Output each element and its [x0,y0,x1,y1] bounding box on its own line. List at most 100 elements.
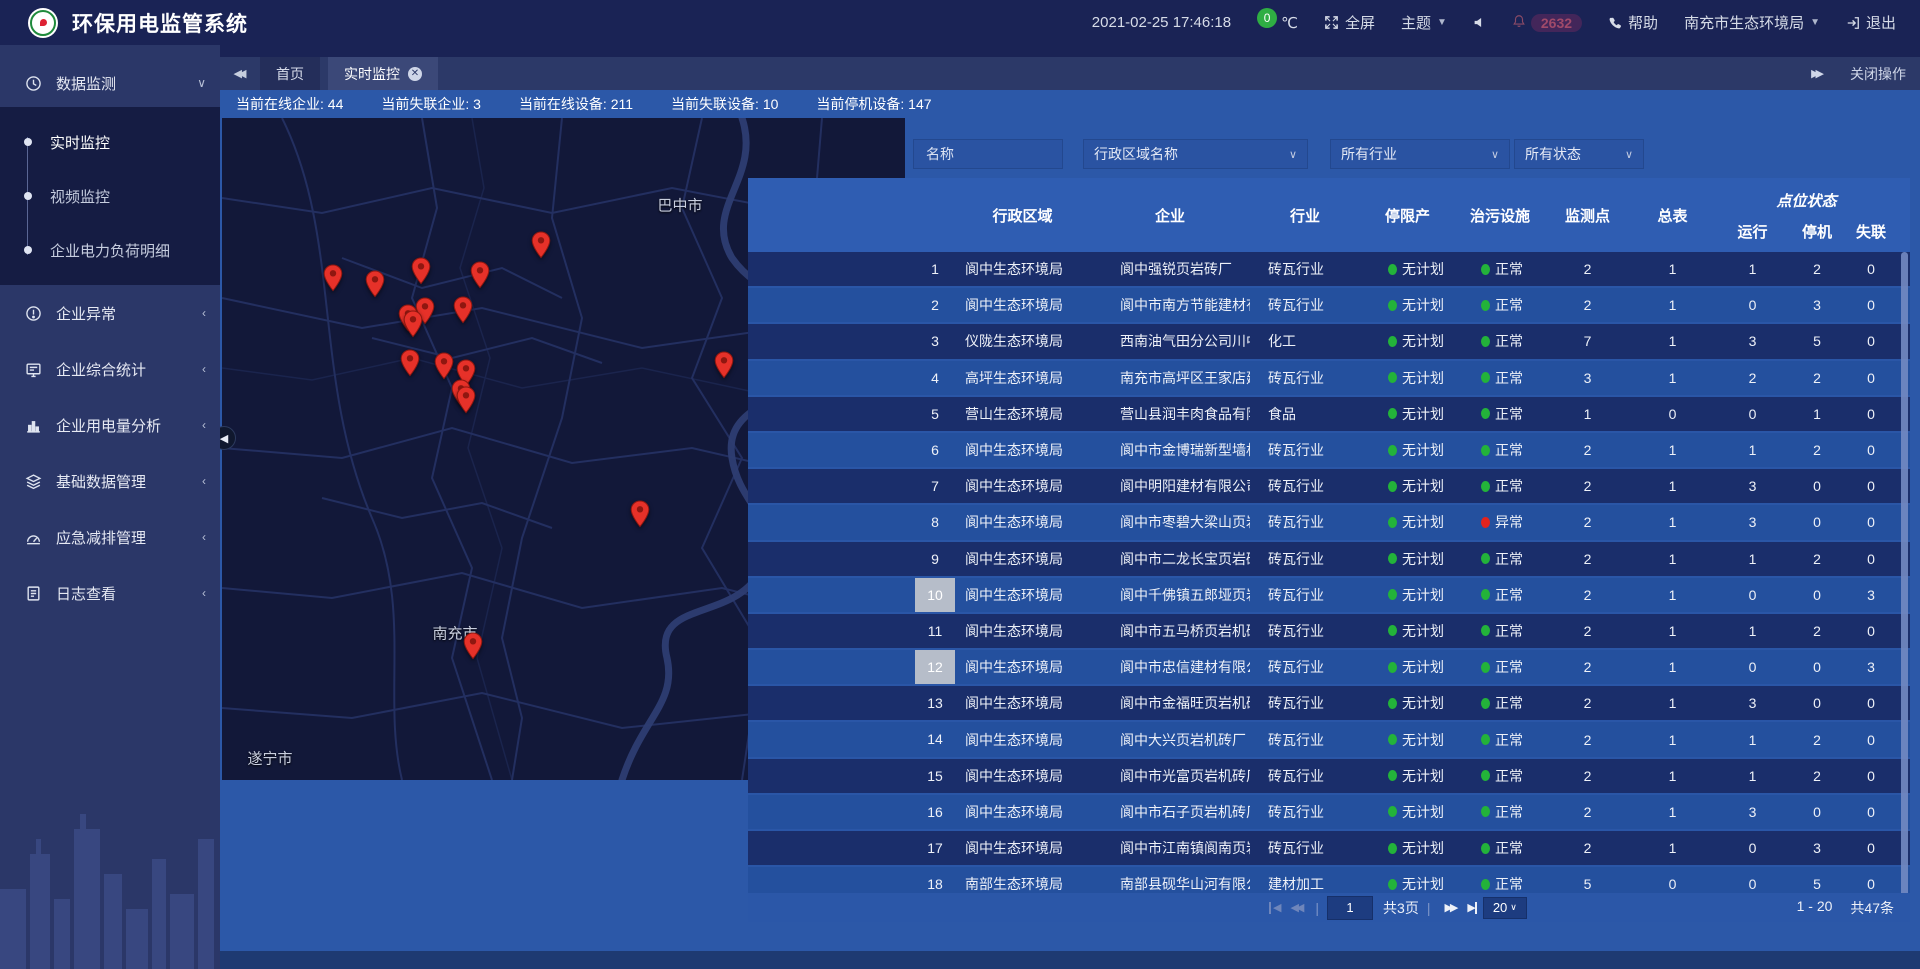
row-run-count: 3 [1715,695,1790,711]
row-run-count: 2 [1715,370,1790,386]
table-row[interactable]: 15 阆中生态环境局 阆中市光富页岩机砖厂 砖瓦行业 无计划 正常 2 1 1 … [748,759,1910,795]
mute-button[interactable] [1473,16,1486,29]
row-monitor-count: 2 [1545,442,1630,458]
row-lost-count: 0 [1844,768,1898,784]
org-menu[interactable]: 南充市生态环境局▼ [1684,12,1820,33]
sidebar-item-power-analysis[interactable]: 企业用电量分析‹ [0,397,220,453]
map-pin-icon[interactable] [630,500,650,528]
map-pin-icon[interactable] [434,352,454,380]
notifications-button[interactable]: 2632 [1512,14,1582,32]
status-dot-icon [1481,445,1490,456]
name-search-input[interactable] [924,145,1052,163]
app-title: 环保用电监管系统 [72,8,248,38]
table-row[interactable]: 7 阆中生态环境局 阆中明阳建材有限公司 砖瓦行业 无计划 正常 2 1 3 0… [748,469,1910,505]
status-dot-icon [1388,408,1397,419]
table-row[interactable]: 1 阆中生态环境局 阆中强锐页岩砖厂 砖瓦行业 无计划 正常 2 1 1 2 0 [748,252,1910,288]
sidebar-item-base-data[interactable]: 基础数据管理‹ [0,453,220,509]
row-industry: 砖瓦行业 [1250,512,1360,532]
fullscreen-icon [1324,15,1339,30]
row-industry: 砖瓦行业 [1250,440,1360,460]
page-size-select[interactable]: 20∨ [1483,897,1527,919]
tab-home[interactable]: 首页 [260,57,320,90]
row-run-count: 1 [1715,551,1790,567]
tabs-scroll-left-button[interactable]: ◀◀ [220,57,260,90]
speaker-icon [1473,16,1486,29]
sidebar-subitem[interactable]: 视频监控 [0,169,220,223]
row-region: 南部生态环境局 [955,874,1090,894]
row-industry: 砖瓦行业 [1250,693,1360,713]
theme-button[interactable]: 主题▼ [1401,12,1447,33]
sidebar-item-data-monitor[interactable]: 数据监测∨ [0,59,220,107]
sidebar: 数据监测∨ 实时监控视频监控企业电力负荷明细企业异常‹企业综合统计‹企业用电量分析… [0,45,220,969]
next-page-button[interactable]: ▶▶ [1438,901,1461,914]
status-dot-icon [1388,264,1397,275]
table-row[interactable]: 14 阆中生态环境局 阆中大兴页岩机砖厂 砖瓦行业 无计划 正常 2 1 1 2… [748,722,1910,758]
status-dot-icon [1388,553,1397,564]
map-pin-icon[interactable] [365,270,385,298]
table-row[interactable]: 5 营山生态环境局 营山县润丰肉食品有限 食品 无计划 正常 1 0 0 1 0 [748,397,1910,433]
map-pin-icon[interactable] [531,231,551,259]
last-page-button[interactable]: ▶ [1461,901,1482,914]
map-pin-icon[interactable] [470,261,490,289]
stat-item: 当前停机设备: 147 [816,94,931,114]
col-monitor: 监测点 [1545,205,1630,226]
first-page-button[interactable]: ◀ [1263,901,1284,914]
row-company: 阆中市光富页岩机砖厂 [1090,766,1250,786]
close-tab-icon[interactable]: ✕ [408,67,422,81]
tabs-scroll-right-button[interactable]: ▶▶ [1811,67,1824,80]
table-row[interactable]: 4 高坪生态环境局 南充市高坪区王家店建 砖瓦行业 无计划 正常 3 1 2 2… [748,361,1910,397]
table-row[interactable]: 9 阆中生态环境局 阆中市二龙长宝页岩砖 砖瓦行业 无计划 正常 2 1 1 2… [748,542,1910,578]
row-run-count: 0 [1715,587,1790,603]
map-pin-icon[interactable] [463,632,483,660]
map-pin-icon[interactable] [323,264,343,292]
sidebar-item-emergency[interactable]: 应急减排管理‹ [0,509,220,565]
help-button[interactable]: 帮助 [1608,12,1658,33]
row-total-count: 1 [1630,804,1715,820]
table-row[interactable]: 16 阆中生态环境局 阆中市石子页岩机砖厂 砖瓦行业 无计划 正常 2 1 3 … [748,795,1910,831]
page-number-input[interactable] [1327,896,1373,920]
table-row[interactable]: 6 阆中生态环境局 阆中市金博瑞新型墙材 砖瓦行业 无计划 正常 2 1 1 2… [748,433,1910,469]
table-scrollbar[interactable] [1901,252,1908,922]
region-select[interactable]: 行政区域名称∨ [1083,139,1308,169]
table-row[interactable]: 3 仪陇生态环境局 西南油气田分公司川中 化工 无计划 正常 7 1 3 5 0 [748,324,1910,360]
fullscreen-button[interactable]: 全屏 [1324,12,1375,33]
row-company: 阆中强锐页岩砖厂 [1090,259,1250,279]
sidebar-item-enterprise-stats[interactable]: 企业综合统计‹ [0,341,220,397]
row-seq: 5 [915,397,955,431]
table-row[interactable]: 11 阆中生态环境局 阆中市五马桥页岩机砖 砖瓦行业 无计划 正常 2 1 1 … [748,614,1910,650]
sidebar-item-label: 日志查看 [56,583,202,604]
prev-page-button[interactable]: ◀◀ [1284,901,1307,914]
col-treat: 治污设施 [1455,205,1545,226]
sidebar-item-logs[interactable]: 日志查看‹ [0,565,220,621]
map-pin-icon[interactable] [400,349,420,377]
row-seq: 14 [915,722,955,756]
row-total-count: 1 [1630,333,1715,349]
map-pin-icon[interactable] [411,257,431,285]
table-row[interactable]: 17 阆中生态环境局 阆中市江南镇阆南页岩 砖瓦行业 无计划 正常 2 1 0 … [748,831,1910,867]
table-row[interactable]: 13 阆中生态环境局 阆中市金福旺页岩机砖 砖瓦行业 无计划 正常 2 1 3 … [748,686,1910,722]
sidebar-subitem[interactable]: 企业电力负荷明细 [0,223,220,277]
row-total-count: 1 [1630,370,1715,386]
sidebar-subitem[interactable]: 实时监控 [0,115,220,169]
table-row[interactable]: 10 阆中生态环境局 阆中千佛镇五郎垭页岩 砖瓦行业 无计划 正常 2 1 0 … [748,578,1910,614]
row-total-count: 1 [1630,623,1715,639]
row-run-count: 1 [1715,261,1790,277]
map-pin-icon[interactable] [456,386,476,414]
close-operations-menu[interactable]: 关闭操作 [1850,64,1906,84]
map-pin-icon[interactable] [403,310,423,338]
table-row[interactable]: 12 阆中生态环境局 阆中市忠信建材有限公 砖瓦行业 无计划 正常 2 1 0 … [748,650,1910,686]
row-monitor-count: 2 [1545,514,1630,530]
logout-button[interactable]: 退出 [1846,12,1896,33]
status-select[interactable]: 所有状态∨ [1514,139,1644,169]
map-pin-icon[interactable] [453,296,473,324]
sidebar-item-enterprise-abnormal[interactable]: 企业异常‹ [0,285,220,341]
industry-select[interactable]: 所有行业∨ [1330,139,1510,169]
row-monitor-count: 7 [1545,333,1630,349]
tab-realtime-monitor[interactable]: 实时监控 ✕ [328,57,438,90]
table-row[interactable]: 2 阆中生态环境局 阆中市南方节能建材有 砖瓦行业 无计划 正常 2 1 0 3… [748,288,1910,324]
table-row[interactable]: 8 阆中生态环境局 阆中市枣碧大梁山页岩 砖瓦行业 无计划 异常 2 1 3 0… [748,505,1910,541]
row-treat-status: 正常 [1455,874,1545,894]
row-treat-status: 正常 [1455,404,1545,424]
phone-icon [1608,16,1622,30]
map-pin-icon[interactable] [714,351,734,379]
